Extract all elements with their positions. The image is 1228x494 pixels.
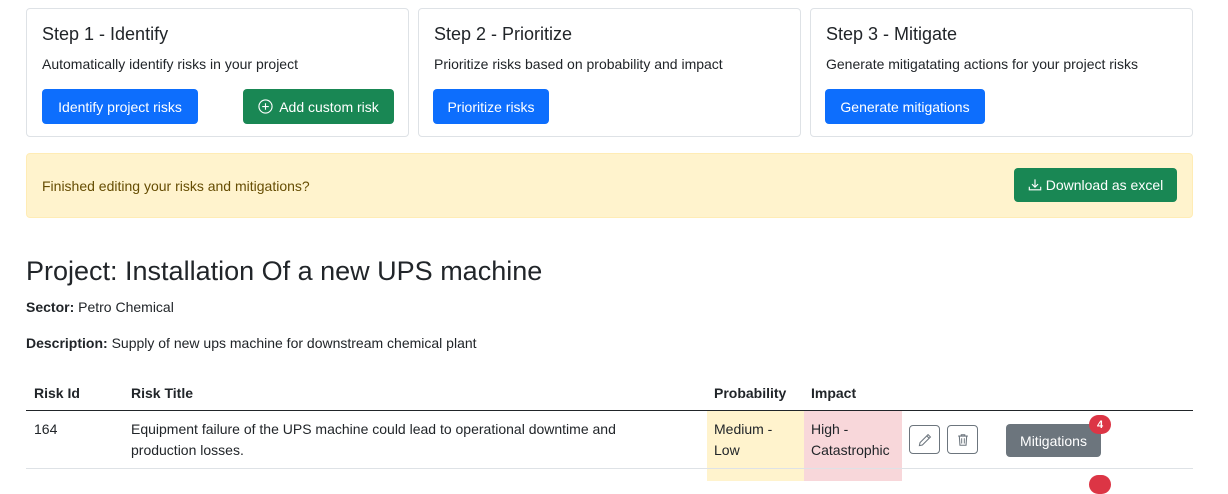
risk-title-cell: Equipment failure of the UPS machine cou… [131, 421, 616, 458]
finished-editing-alert: Finished editing your risks and mitigati… [26, 153, 1193, 218]
next-row-badge-partial [1089, 475, 1111, 494]
step-3-title: Step 3 - Mitigate [826, 24, 958, 44]
mitigations-button[interactable]: Mitigations [1006, 424, 1101, 457]
identify-project-risks-button[interactable]: Identify project risks [42, 89, 198, 124]
download-icon [1028, 179, 1041, 191]
prioritize-risks-label: Prioritize risks [447, 98, 535, 115]
alert-message: Finished editing your risks and mitigati… [42, 178, 310, 194]
header-risk-title: Risk Title [131, 385, 193, 401]
step-2-card: Step 2 - Prioritize Prioritize risks bas… [418, 8, 801, 137]
project-title: Project: Installation Of a new UPS machi… [26, 256, 543, 286]
description-value: Supply of new ups machine for downstream… [111, 335, 477, 351]
description-label: Description: [26, 335, 108, 351]
download-excel-label: Download as excel [1045, 177, 1164, 193]
step-2-description: Prioritize risks based on probability an… [434, 56, 723, 72]
step-1-card: Step 1 - Identify Automatically identify… [26, 8, 409, 137]
sector-label: Sector: [26, 299, 75, 315]
project-sector: Sector: Petro Chemical [26, 299, 174, 315]
impact-value: High - Catastrophic [811, 421, 890, 458]
step-1-title: Step 1 - Identify [42, 24, 169, 44]
mitigations-count-badge: 4 [1089, 415, 1111, 434]
sector-value: Petro Chemical [78, 299, 174, 315]
project-description: Description: Supply of new ups machine f… [26, 335, 477, 351]
prioritize-risks-button[interactable]: Prioritize risks [433, 89, 549, 124]
identify-project-risks-label: Identify project risks [58, 98, 182, 115]
header-risk-id: Risk Id [34, 385, 80, 401]
step-1-description: Automatically identify risks in your pro… [42, 56, 298, 72]
edit-risk-button[interactable] [909, 425, 940, 454]
add-custom-risk-button[interactable]: Add custom risk [243, 89, 394, 124]
pencil-icon [918, 433, 931, 446]
header-probability: Probability [714, 385, 787, 401]
trash-icon [957, 433, 968, 446]
step-2-title: Step 2 - Prioritize [434, 24, 573, 44]
generate-mitigations-label: Generate mitigations [840, 98, 970, 115]
header-impact: Impact [811, 385, 857, 401]
plus-circle-icon [258, 99, 273, 114]
generate-mitigations-button[interactable]: Generate mitigations [825, 89, 985, 124]
step-3-card: Step 3 - Mitigate Generate mitigatating … [810, 8, 1193, 137]
step-3-description: Generate mitigatating actions for your p… [826, 56, 1139, 72]
risk-id-cell: 164 [34, 421, 58, 437]
probability-value: Medium - Low [714, 421, 773, 458]
table-header-divider [26, 410, 1193, 411]
mitigations-label: Mitigations [1020, 432, 1087, 449]
table-row-divider [26, 468, 1193, 469]
download-excel-button[interactable]: Download as excel [1014, 168, 1177, 202]
add-custom-risk-label: Add custom risk [279, 98, 379, 115]
delete-risk-button[interactable] [947, 425, 978, 454]
